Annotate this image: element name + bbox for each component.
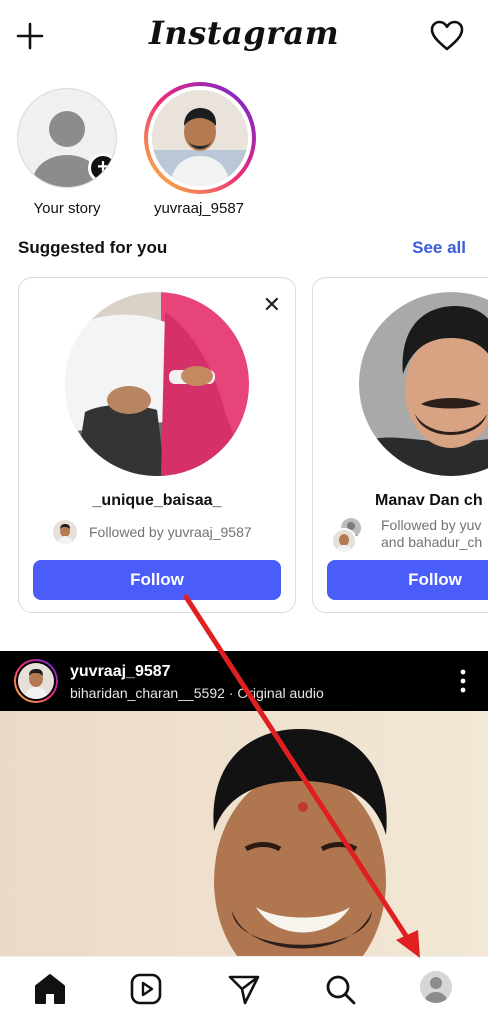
post-header: yuvraaj_9587 biharidan_charan__5592 · Or… <box>0 651 488 711</box>
post-audio-subtitle[interactable]: biharidan_charan__5592 · Original audio <box>70 685 324 701</box>
story-label: Your story <box>33 200 101 217</box>
post-author-avatar[interactable] <box>14 659 58 703</box>
followed-by-text: Followed by yuvraaj_9587 <box>89 523 252 540</box>
mutual-avatars <box>331 516 363 554</box>
suggestion-card[interactable]: ✕ _unique_baisaa_ Followed by yuvraaj_95… <box>18 277 296 613</box>
suggestion-profile-picture[interactable] <box>359 292 488 476</box>
story-label: yuvraaj_9587 <box>153 200 245 217</box>
see-all-link[interactable]: See all <box>412 238 466 258</box>
story-avatar <box>152 90 248 186</box>
story-yuvraaj[interactable]: yuvraaj_9587 <box>144 82 256 217</box>
search-icon[interactable] <box>322 971 358 1007</box>
direct-icon[interactable] <box>226 971 262 1007</box>
story-ring[interactable] <box>144 82 256 194</box>
add-story-icon[interactable]: + <box>88 153 116 183</box>
more-options-icon[interactable] <box>460 669 466 693</box>
heart-icon[interactable] <box>430 20 464 52</box>
followed-by-line: and bahadur_ch <box>381 534 483 550</box>
top-bar: Instagram <box>0 0 488 72</box>
followed-by-text: Followed by yuv and bahadur_ch <box>381 517 482 551</box>
profile-avatar[interactable] <box>420 971 456 1007</box>
followed-by: Followed by yuv and bahadur_ch <box>331 514 482 554</box>
follow-button[interactable]: Follow <box>327 560 488 600</box>
reels-icon[interactable] <box>128 971 164 1007</box>
mutual-avatar <box>331 528 357 554</box>
home-icon[interactable] <box>32 971 68 1007</box>
followed-by-line: Followed by yuv <box>381 517 482 533</box>
post-image[interactable] <box>0 711 488 956</box>
profile-icon <box>420 971 452 1003</box>
your-story[interactable]: + Your story <box>12 88 122 217</box>
follow-button-label: Follow <box>408 570 462 589</box>
suggestion-username[interactable]: Manav Dan ch <box>375 492 483 510</box>
bottom-navigation <box>0 956 488 1025</box>
instagram-logo: Instagram <box>148 14 340 52</box>
mutual-avatar <box>51 518 79 546</box>
suggestion-card[interactable]: Manav Dan ch Followed by yuv and bahadur… <box>312 277 488 613</box>
close-icon[interactable]: ✕ <box>263 292 281 318</box>
suggested-title: Suggested for you <box>18 238 168 257</box>
suggestion-profile-picture[interactable] <box>65 292 249 476</box>
suggestion-username[interactable]: _unique_baisaa_ <box>19 492 295 510</box>
followed-by: Followed by yuvraaj_9587 <box>51 518 252 546</box>
follow-button[interactable]: Follow <box>33 560 281 600</box>
post-username[interactable]: yuvraaj_9587 <box>70 663 171 681</box>
your-story-avatar[interactable]: + <box>17 88 117 188</box>
